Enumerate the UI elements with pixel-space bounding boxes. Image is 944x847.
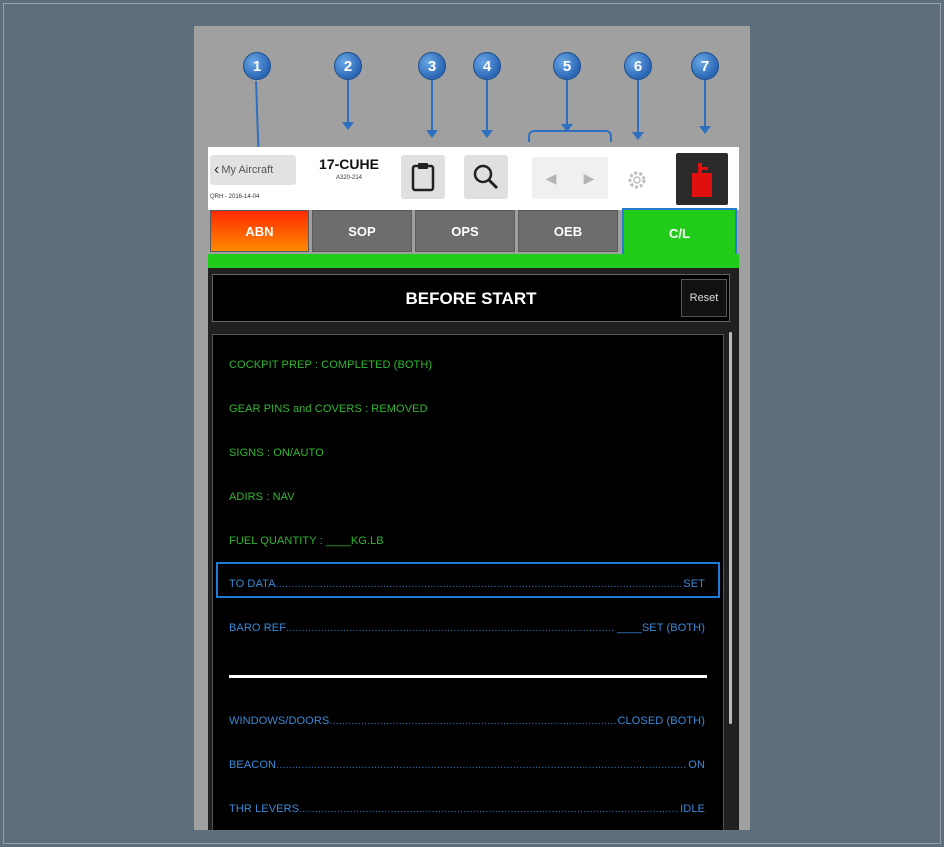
callout-5: 5 (553, 52, 581, 80)
checklist-items: COCKPIT PREP : COMPLETED (BOTH) GEAR PIN… (212, 334, 724, 830)
checklist-item-pending[interactable]: TO DATA ................................… (229, 578, 705, 590)
callout-2: 2 (334, 52, 362, 80)
exit-door-icon (692, 163, 712, 197)
chevron-left-icon: ‹ (214, 161, 220, 178)
checklist-title: BEFORE START (405, 289, 537, 308)
aircraft-type: A320-214 (335, 175, 363, 181)
search-icon (473, 164, 499, 190)
checklist-item-done[interactable]: ADIRS : NAV (229, 491, 295, 503)
item-label: WINDOWS/DOORS (229, 715, 330, 727)
next-icon[interactable]: ▶ (584, 170, 595, 187)
tab-sop[interactable]: SOP (312, 210, 412, 252)
clipboard-icon (411, 163, 435, 192)
gear-icon[interactable] (626, 169, 648, 191)
checklist-header: BEFORE START Reset (212, 274, 730, 322)
clipboard-button[interactable] (401, 155, 445, 199)
tab-ops[interactable]: OPS (415, 210, 515, 252)
active-tab-underline (208, 254, 739, 268)
item-label: TO DATA (229, 578, 276, 590)
efb-app-window: 1 2 3 4 5 6 7 ‹ My Aircraft QRH - 2016-1… (194, 26, 750, 830)
reset-button[interactable]: Reset (681, 279, 727, 317)
section-divider (229, 675, 707, 678)
callout-5-bracket (528, 130, 612, 142)
item-label: BEACON (229, 759, 277, 771)
callout-4: 4 (473, 52, 501, 80)
callout-1: 1 (243, 52, 271, 80)
checklist-item-done[interactable]: GEAR PINS and COVERS : REMOVED (229, 403, 428, 415)
callout-6: 6 (624, 52, 652, 80)
checklist-item-pending[interactable]: THR LEVERS .............................… (229, 803, 705, 815)
leader-dots: ........................................… (286, 622, 615, 634)
tab-abn[interactable]: ABN (210, 210, 309, 252)
checklist-item-pending[interactable]: BEACON .................................… (229, 759, 705, 771)
my-aircraft-button[interactable]: ‹ My Aircraft (210, 155, 296, 185)
scrollbar[interactable] (729, 332, 732, 724)
leader-dots: ........................................… (329, 715, 615, 727)
item-label: THR LEVERS (229, 803, 300, 815)
aircraft-registration: 17-CUHE (319, 156, 379, 172)
tab-checklist[interactable]: C/L (622, 208, 737, 256)
item-label: BARO REF (229, 622, 287, 634)
callout-2-arrow (342, 80, 354, 130)
exit-button[interactable] (676, 153, 728, 205)
checklist-item-pending[interactable]: BARO REF ...............................… (229, 622, 705, 634)
callout-6-arrow (632, 80, 644, 140)
item-value: SET (683, 578, 705, 590)
item-value: ON (688, 759, 705, 771)
leader-dots: ........................................… (275, 578, 682, 590)
callout-1-arrow (255, 80, 260, 151)
tab-bar: ABN SOP OPS OEB C/L (208, 208, 739, 256)
back-label: My Aircraft (221, 164, 274, 176)
callout-7: 7 (691, 52, 719, 80)
checklist-item-pending[interactable]: WINDOWS/DOORS ..........................… (229, 715, 705, 727)
app-header: ‹ My Aircraft QRH - 2016-14-04 17-CUHE A… (208, 147, 739, 210)
history-nav: ◀ ▶ (532, 157, 608, 199)
callout-4-arrow (481, 80, 493, 138)
callout-5-arrow (561, 80, 573, 132)
callout-7-arrow (699, 80, 711, 134)
leader-dots: ........................................… (299, 803, 679, 815)
qrh-revision: QRH - 2016-14-04 (210, 194, 260, 200)
checklist-item-done[interactable]: COCKPIT PREP : COMPLETED (BOTH) (229, 359, 432, 371)
previous-icon[interactable]: ◀ (546, 170, 557, 187)
checklist-panel: BEFORE START Reset COCKPIT PREP : COMPLE… (208, 268, 739, 830)
item-value: CLOSED (BOTH) (617, 715, 705, 727)
callout-3-arrow (426, 80, 438, 138)
leader-dots: ........................................… (276, 759, 687, 771)
item-value: ____SET (BOTH) (616, 622, 705, 634)
item-value: IDLE (680, 803, 705, 815)
checklist-item-done[interactable]: FUEL QUANTITY : ____KG.LB (229, 535, 384, 547)
tab-oeb[interactable]: OEB (518, 210, 618, 252)
checklist-item-done[interactable]: SIGNS : ON/AUTO (229, 447, 324, 459)
callout-3: 3 (418, 52, 446, 80)
search-button[interactable] (464, 155, 508, 199)
